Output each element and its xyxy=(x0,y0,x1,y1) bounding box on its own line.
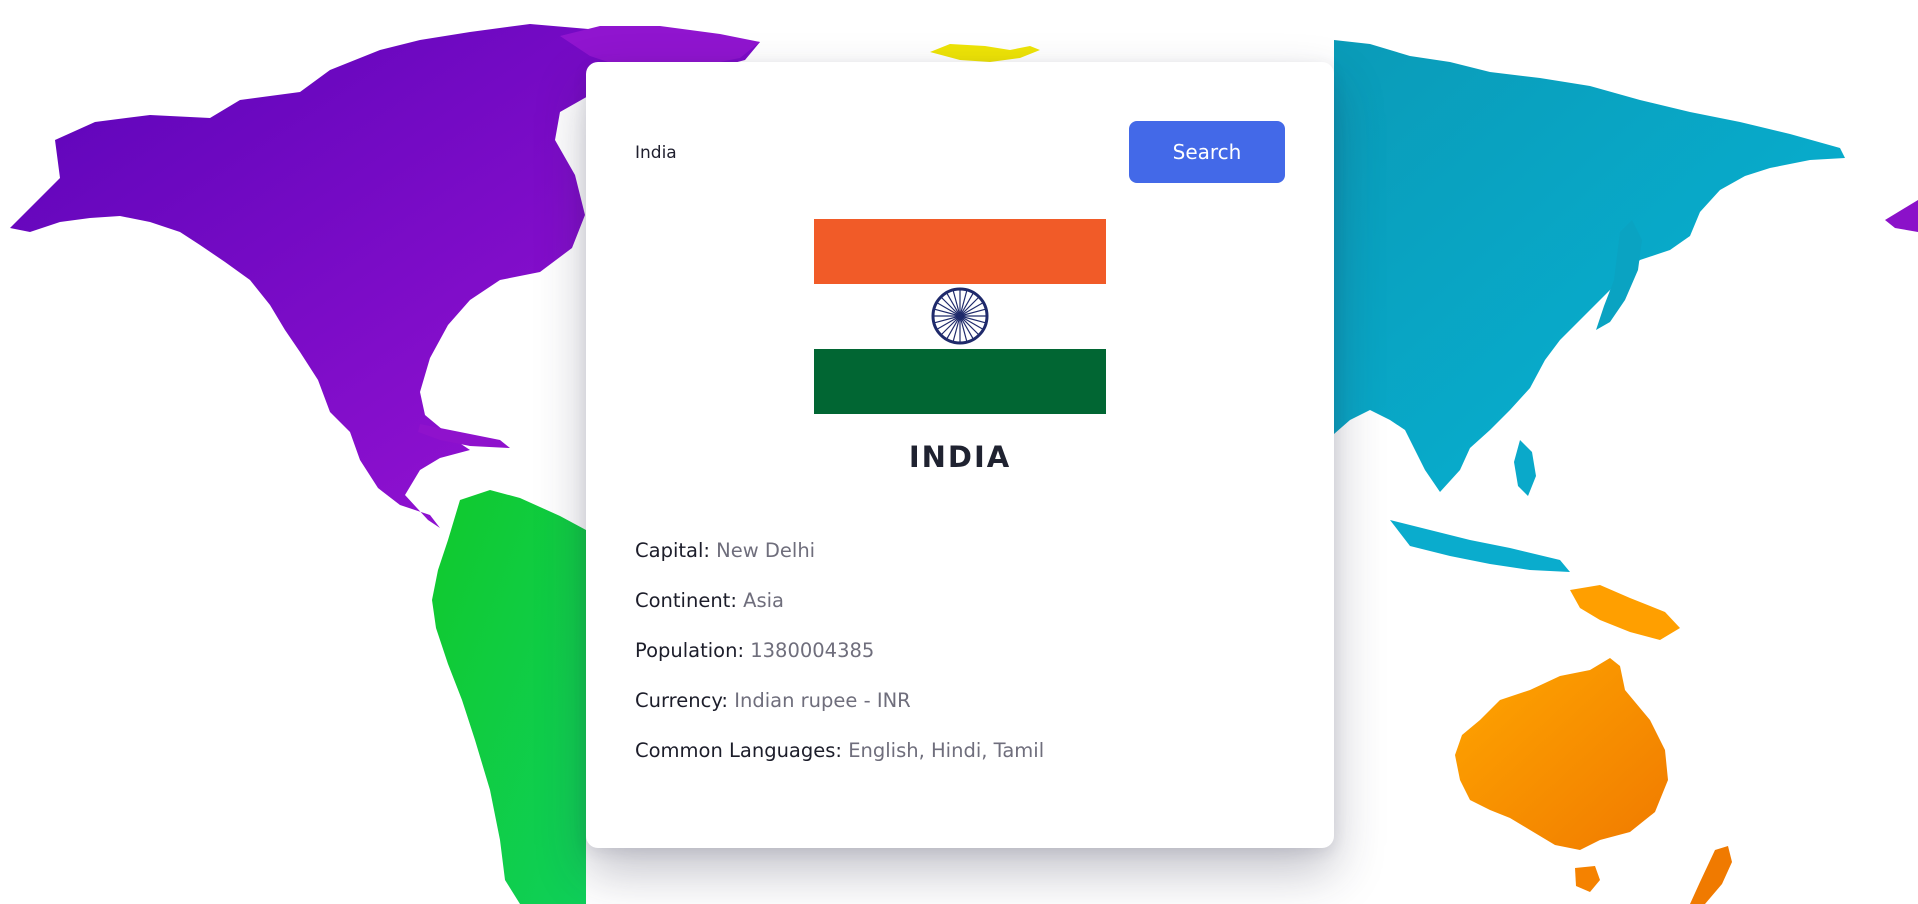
app-root: Search INDIA Capital: New Delhi Continen… xyxy=(0,0,1918,904)
detail-value: 1380004385 xyxy=(750,639,875,662)
country-name: INDIA xyxy=(908,440,1012,474)
se-asia-islands-shape xyxy=(1390,520,1570,572)
asia-shape xyxy=(1334,40,1845,492)
new-guinea-shape xyxy=(1570,585,1680,640)
philippines-shape xyxy=(1514,440,1536,496)
country-card: Search INDIA Capital: New Delhi Continen… xyxy=(586,62,1334,848)
new-zealand-shape xyxy=(1690,846,1732,904)
flag-green-stripe xyxy=(814,349,1106,414)
flag-saffron-stripe xyxy=(814,219,1106,284)
detail-label: Common Languages: xyxy=(635,739,842,762)
detail-value: Asia xyxy=(743,589,784,612)
india-flag-icon xyxy=(814,219,1106,414)
detail-value: Indian rupee - INR xyxy=(734,689,911,712)
south-america-shape xyxy=(432,490,586,904)
country-details: Capital: New Delhi Continent: Asia Popul… xyxy=(635,536,1295,786)
detail-label: Population: xyxy=(635,639,745,662)
tasmania-shape xyxy=(1575,866,1600,892)
detail-value: English, Hindi, Tamil xyxy=(848,739,1045,762)
detail-row-continent: Continent: Asia xyxy=(635,586,1295,636)
oceania-shape xyxy=(1455,658,1668,850)
detail-label: Continent: xyxy=(635,589,737,612)
ashoka-chakra-icon xyxy=(931,287,989,345)
detail-row-population: Population: 1380004385 xyxy=(635,636,1295,686)
search-button[interactable]: Search xyxy=(1129,121,1285,183)
detail-row-languages: Common Languages: English, Hindi, Tamil xyxy=(635,736,1295,786)
detail-row-currency: Currency: Indian rupee - INR xyxy=(635,686,1295,736)
europe-shape xyxy=(930,44,1040,62)
detail-label: Capital: xyxy=(635,539,710,562)
detail-value: New Delhi xyxy=(716,539,816,562)
detail-label: Currency: xyxy=(635,689,729,712)
alaska-edge-shape xyxy=(1885,200,1918,232)
country-search-input[interactable] xyxy=(635,122,1109,184)
detail-row-capital: Capital: New Delhi xyxy=(635,536,1295,586)
